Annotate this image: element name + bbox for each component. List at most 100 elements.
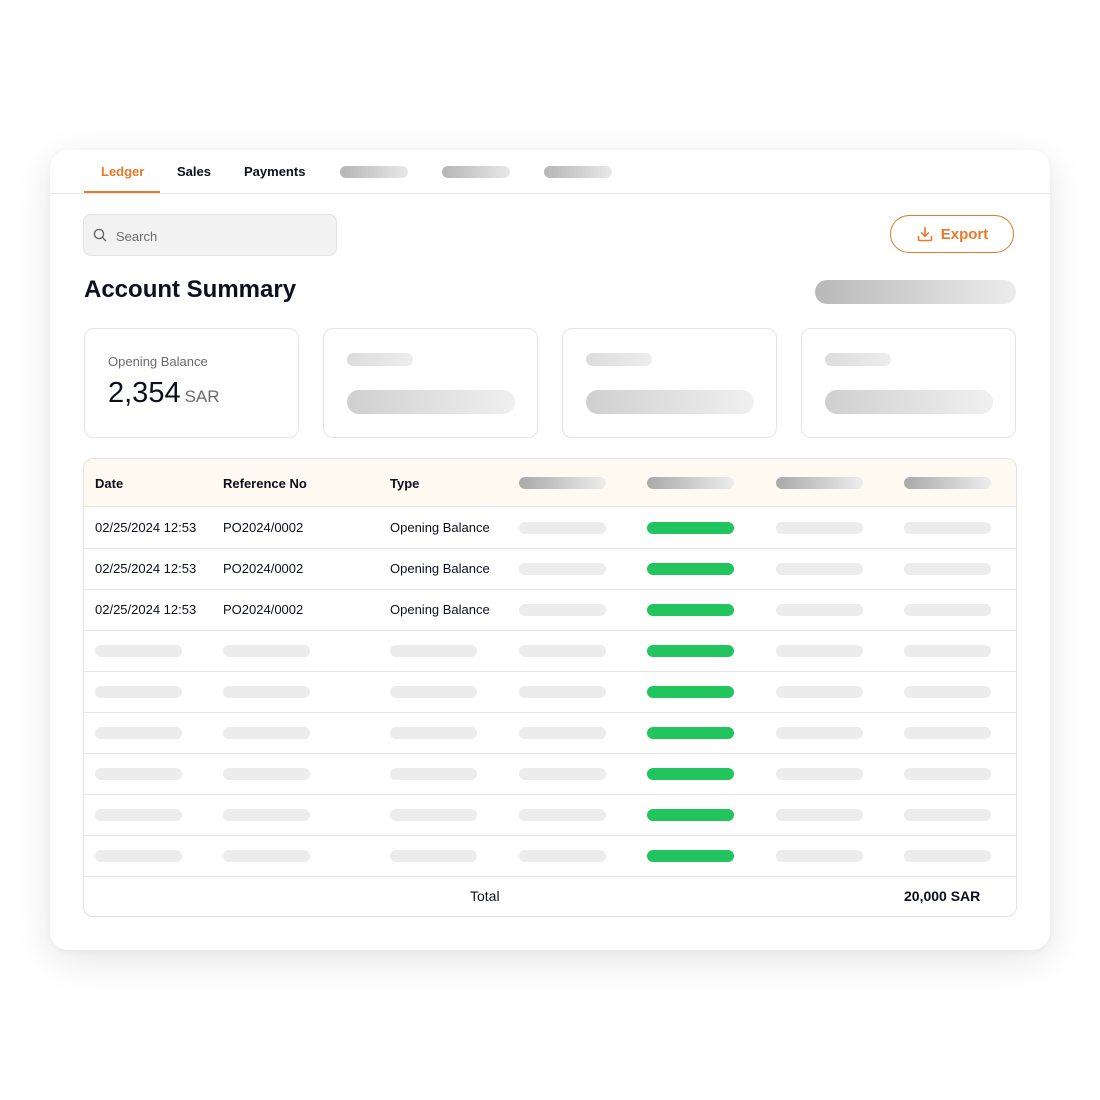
cell-placeholder <box>390 686 477 698</box>
tab-placeholder <box>442 166 510 178</box>
cell-date: 02/25/2024 12:53 <box>95 561 197 576</box>
table-row[interactable] <box>84 794 1016 836</box>
cell-placeholder <box>223 727 310 739</box>
summary-value-placeholder <box>825 390 993 414</box>
cell-placeholder <box>776 768 863 780</box>
download-icon <box>917 226 933 242</box>
cell-placeholder <box>776 727 863 739</box>
search-box[interactable] <box>83 214 337 257</box>
cell-type: Opening Balance <box>390 602 490 617</box>
cell-date: 02/25/2024 12:53 <box>95 602 197 617</box>
cell-placeholder <box>776 645 863 657</box>
opening-balance-unit: SAR <box>184 387 220 406</box>
column-header-type[interactable]: Type <box>390 476 419 491</box>
cell-placeholder <box>390 768 477 780</box>
title-placeholder <box>815 280 1016 304</box>
cell-placeholder <box>390 809 477 821</box>
cell-placeholder <box>776 686 863 698</box>
cell-placeholder <box>904 686 991 698</box>
table-row[interactable] <box>84 712 1016 754</box>
status-bar <box>647 563 734 575</box>
status-bar <box>647 809 734 821</box>
table-row[interactable]: 02/25/2024 12:53 PO2024/0002 Opening Balan… <box>84 507 1016 549</box>
cell-placeholder <box>904 727 991 739</box>
cell-placeholder <box>519 522 606 534</box>
cell-reference: PO2024/0002 <box>223 520 304 535</box>
tab-bar: Ledger Sales Payments <box>50 150 1050 194</box>
cell-placeholder <box>519 727 606 739</box>
tab-ledger[interactable]: Ledger <box>101 164 144 179</box>
cell-placeholder <box>776 522 863 534</box>
status-bar <box>647 645 734 657</box>
export-label: Export <box>940 225 989 243</box>
table-header: Date Reference No Type <box>84 459 1016 507</box>
status-bar <box>647 604 734 616</box>
cell-placeholder <box>519 645 606 657</box>
cell-placeholder <box>95 850 182 862</box>
status-bar <box>647 768 734 780</box>
cell-placeholder <box>223 645 310 657</box>
cell-placeholder <box>904 522 991 534</box>
column-header-placeholder <box>904 477 991 489</box>
column-header-date[interactable]: Date <box>95 476 123 491</box>
search-input[interactable] <box>114 215 328 257</box>
cell-placeholder <box>904 645 991 657</box>
summary-value-placeholder <box>586 390 754 414</box>
opening-balance-value: 2,354 SAR <box>108 377 220 410</box>
summary-card-placeholder <box>801 328 1016 438</box>
table-row[interactable] <box>84 753 1016 795</box>
column-header-reference[interactable]: Reference No <box>223 476 307 491</box>
status-bar <box>647 727 734 739</box>
cell-placeholder <box>95 809 182 821</box>
table-row[interactable]: 02/25/2024 12:53 PO2024/0002 Opening Balan… <box>84 548 1016 590</box>
tab-placeholder <box>340 166 408 178</box>
column-header-placeholder <box>776 477 863 489</box>
summary-card-placeholder <box>562 328 777 438</box>
cell-type: Opening Balance <box>390 520 490 535</box>
tab-sales[interactable]: Sales <box>177 164 211 179</box>
ledger-card: Ledger Sales Payments Export Account Sum… <box>50 150 1050 950</box>
cell-placeholder <box>519 809 606 821</box>
cell-placeholder <box>223 768 310 780</box>
page-title: Account Summary <box>84 276 297 303</box>
cell-reference: PO2024/0002 <box>223 602 304 617</box>
cell-placeholder <box>519 686 606 698</box>
cell-placeholder <box>519 604 606 616</box>
column-header-placeholder <box>519 477 606 489</box>
cell-placeholder <box>390 645 477 657</box>
total-label: Total <box>470 888 500 904</box>
cell-placeholder <box>390 727 477 739</box>
opening-balance-amount: 2,354 <box>108 377 181 409</box>
opening-balance-card: Opening Balance 2,354 SAR <box>84 328 299 438</box>
export-button[interactable]: Export <box>890 215 1014 253</box>
status-bar <box>647 522 734 534</box>
cell-placeholder <box>390 850 477 862</box>
cell-placeholder <box>223 809 310 821</box>
summary-card-placeholder <box>323 328 538 438</box>
cell-placeholder <box>223 686 310 698</box>
status-bar <box>647 850 734 862</box>
table-row[interactable]: 02/25/2024 12:53 PO2024/0002 Opening Balan… <box>84 589 1016 631</box>
cell-placeholder <box>519 850 606 862</box>
cell-placeholder <box>776 850 863 862</box>
cell-date: 02/25/2024 12:53 <box>95 520 197 535</box>
table-row[interactable] <box>84 630 1016 672</box>
cell-placeholder <box>95 727 182 739</box>
summary-value-placeholder <box>347 390 515 414</box>
cell-placeholder <box>95 645 182 657</box>
table-row[interactable] <box>84 835 1016 877</box>
summary-label-placeholder <box>347 353 413 366</box>
tab-placeholder <box>544 166 612 178</box>
cell-reference: PO2024/0002 <box>223 561 304 576</box>
cell-placeholder <box>95 768 182 780</box>
summary-label-placeholder <box>825 353 891 366</box>
cell-placeholder <box>904 850 991 862</box>
cell-placeholder <box>904 809 991 821</box>
ledger-table: Date Reference No Type 02/25/2024 12:53 P… <box>83 458 1017 917</box>
tab-payments[interactable]: Payments <box>244 164 305 179</box>
column-header-placeholder <box>647 477 734 489</box>
table-row[interactable] <box>84 671 1016 713</box>
opening-balance-label: Opening Balance <box>108 354 208 369</box>
total-value: 20,000 SAR <box>904 888 981 904</box>
cell-type: Opening Balance <box>390 561 490 576</box>
